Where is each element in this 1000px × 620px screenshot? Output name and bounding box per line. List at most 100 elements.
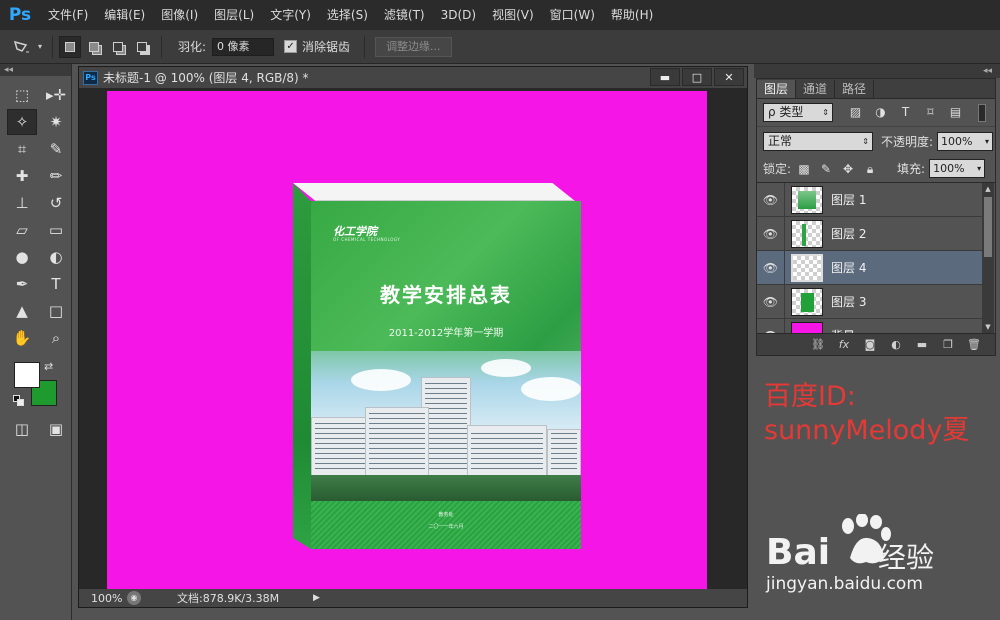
foreground-color-swatch[interactable] (14, 362, 40, 388)
menu-help[interactable]: 帮助(H) (603, 0, 661, 30)
panel-collapse-button[interactable]: ◂◂ (754, 64, 1000, 78)
menu-view[interactable]: 视图(V) (484, 0, 542, 30)
layer-row[interactable]: 👁︎ 图层 2 (757, 216, 983, 251)
healing-brush-tool[interactable]: ✚ (7, 163, 37, 189)
layer-name: 图层 1 (831, 193, 867, 207)
new-selection-icon (65, 41, 75, 52)
menu-file[interactable]: 文件(F) (40, 0, 96, 30)
status-menu-arrow-icon[interactable]: ▶ (313, 591, 325, 605)
rectangle-tool[interactable]: □ (41, 298, 71, 324)
menu-filter[interactable]: 滤镜(T) (376, 0, 433, 30)
menu-window[interactable]: 窗口(W) (542, 0, 603, 30)
new-layer-icon[interactable]: ❐ (941, 338, 955, 352)
new-group-icon[interactable]: ▬ (915, 338, 929, 352)
visibility-eye-icon[interactable]: 👁︎ (757, 250, 785, 285)
zoom-level[interactable]: 100% (79, 592, 127, 605)
screen-mode-icon[interactable]: ▣ (41, 416, 71, 442)
layer-row[interactable]: 👁︎背景 (757, 318, 983, 333)
blend-mode-select[interactable]: 正常 ⇕ (763, 131, 873, 151)
new-selection-button[interactable] (59, 35, 81, 58)
maximize-button[interactable]: □ (682, 68, 712, 86)
layer-kind-select[interactable]: ρ 类型 ⇕ (763, 103, 833, 122)
magic-wand-tool[interactable]: ✷ (41, 109, 71, 135)
menu-edit[interactable]: 编辑(E) (96, 0, 153, 30)
menu-layer[interactable]: 图层(L) (206, 0, 262, 30)
delete-layer-icon[interactable]: 🗑︎ (967, 338, 981, 352)
type-tool[interactable]: T (41, 271, 71, 297)
add-mask-icon[interactable]: ◙ (863, 338, 877, 352)
fill-input[interactable]: 100% ▾ (929, 159, 986, 178)
swap-colors-icon[interactable]: ⇄ (44, 360, 53, 373)
lock-all-icon[interactable]: 🔒︎ (863, 162, 877, 176)
layer-row[interactable]: 👁︎ 图层 1 (757, 183, 983, 217)
scroll-thumb[interactable] (984, 197, 992, 257)
crop-tool[interactable]: ⌗ (7, 136, 37, 162)
visibility-eye-icon[interactable]: 👁︎ (757, 216, 785, 251)
clone-stamp-tool[interactable]: ⊥ (7, 190, 37, 216)
filter-toggle[interactable] (978, 103, 986, 122)
brush-tool[interactable]: ✏ (41, 163, 71, 189)
tab-paths[interactable]: 路径 (835, 80, 875, 98)
type-filter-icon[interactable]: T (897, 104, 914, 121)
toolbox: ◂◂ ⬚ ▸✛ ✧ ✷ ⌗ ✎ ✚ ✏ ⊥ ↺ ▱ ▭ ● ◐ ✒ T ▲ □ ✋ ⌕ ⇄ ◫ ▣ (0, 64, 72, 620)
shape-filter-icon[interactable]: ⌑ (922, 104, 939, 121)
marquee-tool[interactable]: ⬚ (7, 82, 37, 108)
zoom-tool[interactable]: ⌕ (41, 325, 71, 351)
layer-list-scrollbar[interactable]: ▲ ▼ (982, 183, 994, 333)
layer-style-icon[interactable]: fx (837, 338, 851, 352)
scroll-down-icon[interactable]: ▼ (982, 321, 994, 333)
minimize-button[interactable]: ▬ (650, 68, 680, 86)
status-info-icon[interactable]: ◉ (127, 591, 141, 605)
visibility-eye-icon[interactable]: 👁︎ (757, 318, 785, 333)
feather-input[interactable]: 0 像素 (212, 37, 275, 56)
default-colors-icon[interactable] (13, 395, 25, 407)
menu-select[interactable]: 选择(S) (319, 0, 376, 30)
add-to-selection-button[interactable] (83, 36, 105, 58)
visibility-eye-icon[interactable]: 👁︎ (757, 183, 785, 217)
pixel-filter-icon[interactable]: ▨ (847, 104, 864, 121)
visibility-eye-icon[interactable]: 👁︎ (757, 284, 785, 319)
canvas[interactable]: 化工学院 OF CHEMICAL TECHNOLOGY 教学安排总表 2011-… (107, 91, 707, 589)
dodge-icon: ◐ (49, 248, 63, 266)
link-layers-icon[interactable]: ⛓ (811, 338, 825, 352)
tab-channels[interactable]: 通道 (796, 80, 836, 98)
close-button[interactable]: ✕ (714, 68, 744, 86)
tool-preset-picker[interactable] (8, 35, 34, 59)
tab-layers[interactable]: 图层 (757, 80, 797, 98)
intersect-selection-button[interactable] (131, 36, 153, 58)
history-brush-tool[interactable]: ↺ (41, 190, 71, 216)
lock-pixels-icon[interactable]: ✎ (819, 162, 833, 176)
scroll-up-icon[interactable]: ▲ (982, 183, 994, 195)
adjustment-layer-icon[interactable]: ◐ (889, 338, 903, 352)
menu-bar: Ps 文件(F) 编辑(E) 图像(I) 图层(L) 文字(Y) 选择(S) 滤… (0, 0, 1000, 30)
toolbox-collapse-button[interactable]: ◂◂ (0, 64, 71, 76)
adjustment-filter-icon[interactable]: ◑ (872, 104, 889, 121)
layer-row[interactable]: 👁︎ 图层 4 (757, 250, 983, 285)
quick-mask-icon[interactable]: ◫ (7, 416, 37, 442)
polygonal-lasso-tool[interactable]: ✧ (7, 109, 37, 135)
layer-row[interactable]: 👁︎ 图层 3 (757, 284, 983, 319)
refine-edge-button[interactable]: 调整边缘... (375, 36, 452, 57)
blur-tool[interactable]: ● (7, 244, 37, 270)
document-titlebar[interactable]: Ps 未标题-1 @ 100% (图层 4, RGB/8) * ▬ □ ✕ (79, 67, 747, 88)
eyedropper-tool[interactable]: ✎ (41, 136, 71, 162)
updown-arrow-icon: ⇕ (822, 108, 829, 117)
antialias-checkbox[interactable]: ✓ (284, 40, 298, 53)
eraser-tool[interactable]: ▱ (7, 217, 37, 243)
path-selection-tool[interactable]: ▲ (7, 298, 37, 324)
gradient-tool[interactable]: ▭ (41, 217, 71, 243)
menu-type[interactable]: 文字(Y) (262, 0, 319, 30)
move-tool[interactable]: ▸✛ (41, 82, 71, 108)
chevron-down-icon[interactable]: ▾ (34, 35, 46, 59)
smart-object-filter-icon[interactable]: ▤ (947, 104, 964, 121)
menu-3d[interactable]: 3D(D) (433, 0, 484, 30)
hand-tool[interactable]: ✋ (7, 325, 37, 351)
lock-transparency-icon[interactable]: ▩ (797, 162, 811, 176)
dodge-tool[interactable]: ◐ (41, 244, 71, 270)
pen-tool[interactable]: ✒ (7, 271, 37, 297)
menu-image[interactable]: 图像(I) (153, 0, 206, 30)
opacity-input[interactable]: 100% ▾ (937, 131, 994, 151)
cover-ground (311, 475, 581, 501)
subtract-from-selection-button[interactable] (107, 36, 129, 58)
lock-position-icon[interactable]: ✥ (841, 162, 855, 176)
